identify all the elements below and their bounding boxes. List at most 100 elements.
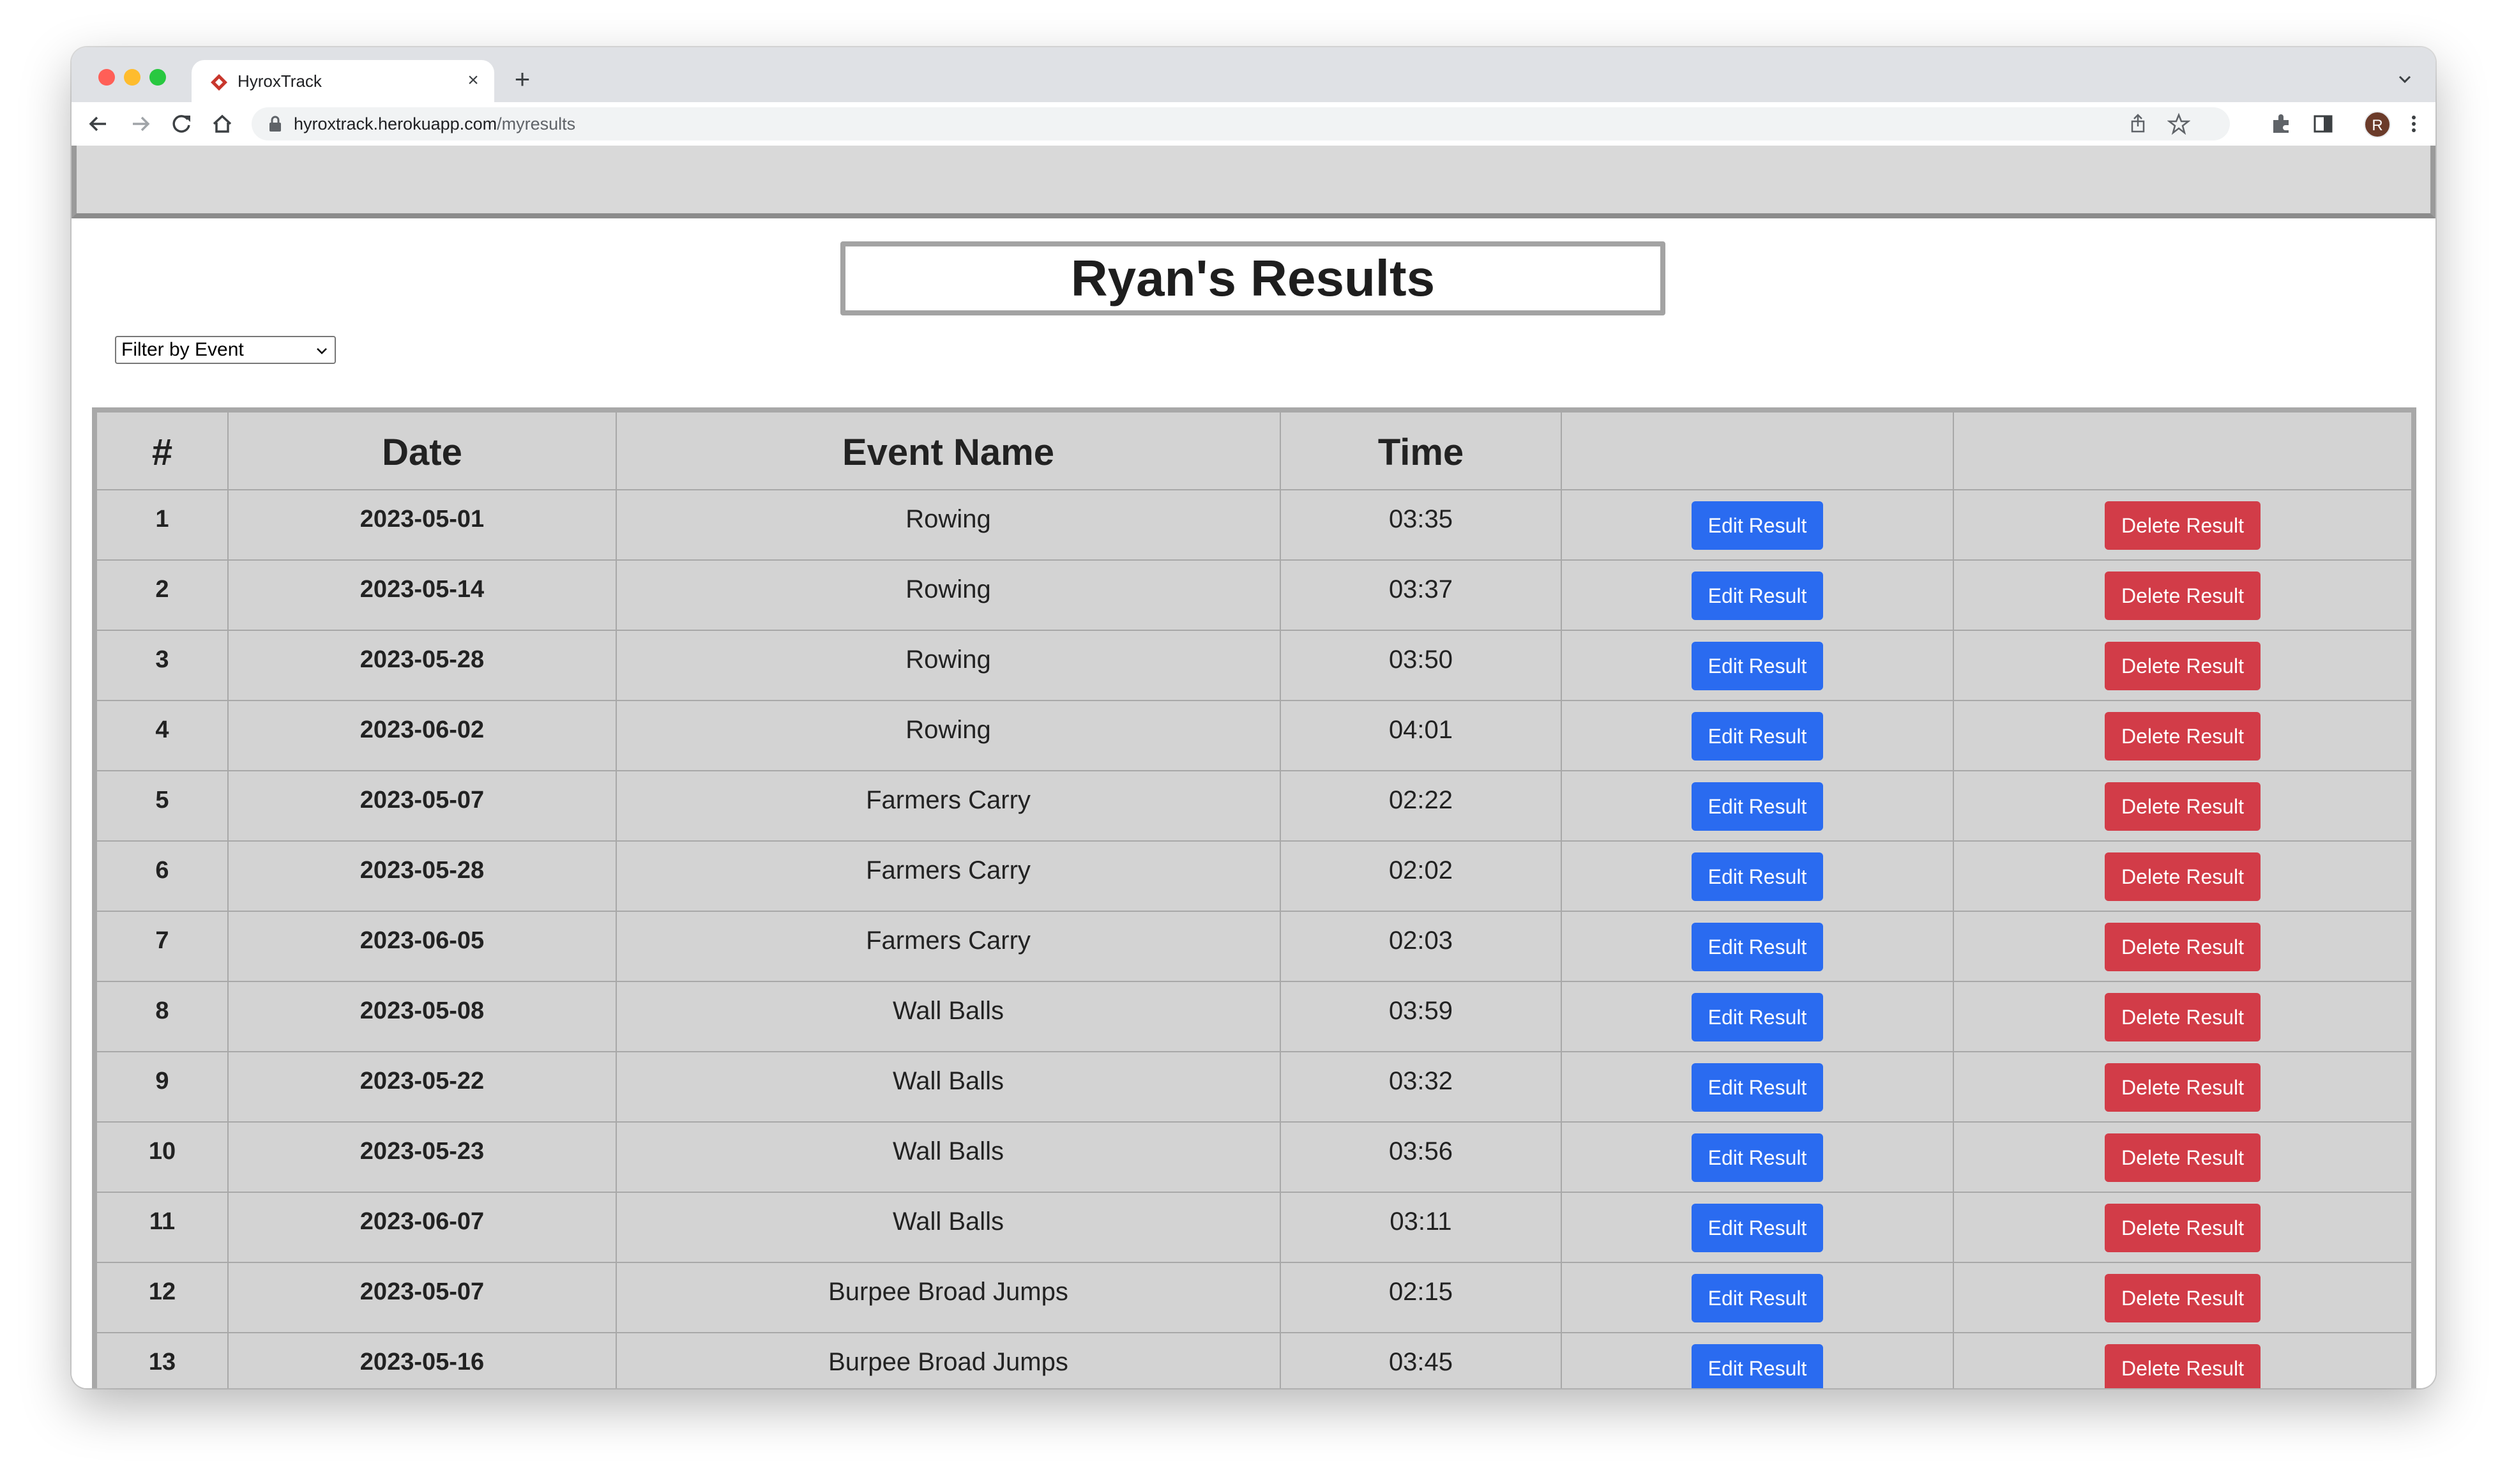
delete-result-button[interactable]: Delete Result xyxy=(2105,852,2261,901)
edit-result-button[interactable]: Edit Result xyxy=(1692,993,1823,1041)
delete-result-button[interactable]: Delete Result xyxy=(2105,501,2261,550)
row-delete-cell: Delete Result xyxy=(1954,1193,2411,1262)
minimize-window-button[interactable] xyxy=(124,69,140,86)
edit-result-button[interactable]: Edit Result xyxy=(1692,1133,1823,1182)
edit-result-button[interactable]: Edit Result xyxy=(1692,501,1823,550)
side-panel-icon[interactable] xyxy=(2310,111,2336,137)
row-time: 02:03 xyxy=(1281,912,1562,981)
row-time: 02:22 xyxy=(1281,771,1562,840)
row-time: 03:45 xyxy=(1281,1333,1562,1388)
row-edit-cell: Edit Result xyxy=(1562,1052,1954,1121)
row-date: 2023-05-07 xyxy=(229,1263,617,1332)
row-date: 2023-05-22 xyxy=(229,1052,617,1121)
delete-result-button[interactable]: Delete Result xyxy=(2105,1133,2261,1182)
row-edit-cell: Edit Result xyxy=(1562,490,1954,559)
row-number: 1 xyxy=(97,490,229,559)
delete-result-button[interactable]: Delete Result xyxy=(2105,642,2261,690)
table-body: 1 2023-05-01 Rowing 03:35 Edit Result Delete … xyxy=(97,490,2411,1388)
row-date: 2023-05-23 xyxy=(229,1123,617,1192)
delete-result-button[interactable]: Delete Result xyxy=(2105,1274,2261,1322)
delete-result-button[interactable]: Delete Result xyxy=(2105,1063,2261,1112)
row-number: 5 xyxy=(97,771,229,840)
share-icon[interactable] xyxy=(2126,112,2149,135)
profile-avatar[interactable]: R xyxy=(2364,111,2391,138)
edit-result-button[interactable]: Edit Result xyxy=(1692,1274,1823,1322)
page-title: Ryan's Results xyxy=(1070,250,1435,307)
table-row: 4 2023-06-02 Rowing 04:01 Edit Result Delete … xyxy=(97,701,2411,771)
row-date: 2023-05-28 xyxy=(229,842,617,911)
reload-icon[interactable] xyxy=(167,110,195,138)
delete-result-button[interactable]: Delete Result xyxy=(2105,923,2261,971)
row-date: 2023-05-28 xyxy=(229,631,617,700)
close-tab-icon[interactable]: × xyxy=(461,68,485,93)
row-event-name: Rowing xyxy=(617,561,1281,630)
row-number: 8 xyxy=(97,982,229,1051)
row-date: 2023-06-02 xyxy=(229,701,617,770)
row-event-name: Farmers Carry xyxy=(617,912,1281,981)
row-date: 2023-06-05 xyxy=(229,912,617,981)
row-event-name: Rowing xyxy=(617,701,1281,770)
results-table: # Date Event Name Time 1 2023-05-01 Rowing… xyxy=(92,407,2416,1388)
delete-result-button[interactable]: Delete Result xyxy=(2105,993,2261,1041)
edit-result-button[interactable]: Edit Result xyxy=(1692,572,1823,620)
page-viewport: Ryan's Results Filter by Event # Date Ev… xyxy=(72,146,2435,1388)
row-number: 3 xyxy=(97,631,229,700)
edit-result-button[interactable]: Edit Result xyxy=(1692,782,1823,831)
tab-title: HyroxTrack xyxy=(238,72,322,91)
hyroxtrack-favicon-icon xyxy=(211,74,227,91)
delete-result-button[interactable]: Delete Result xyxy=(2105,782,2261,831)
row-event-name: Wall Balls xyxy=(617,1123,1281,1192)
extensions-puzzle-icon[interactable] xyxy=(2268,111,2294,137)
row-time: 03:59 xyxy=(1281,982,1562,1051)
table-row: 2 2023-05-14 Rowing 03:37 Edit Result Delete … xyxy=(97,561,2411,631)
delete-result-button[interactable]: Delete Result xyxy=(2105,1344,2261,1388)
row-time: 03:35 xyxy=(1281,490,1562,559)
address-bar[interactable]: hyroxtrack.herokuapp.com/myresults xyxy=(252,107,2230,140)
delete-result-button[interactable]: Delete Result xyxy=(2105,572,2261,620)
row-time: 03:50 xyxy=(1281,631,1562,700)
row-number: 4 xyxy=(97,701,229,770)
row-edit-cell: Edit Result xyxy=(1562,771,1954,840)
row-event-name: Farmers Carry xyxy=(617,771,1281,840)
bookmark-star-icon[interactable] xyxy=(2167,112,2190,135)
edit-result-button[interactable]: Edit Result xyxy=(1692,712,1823,761)
header-edit xyxy=(1562,413,1954,489)
row-edit-cell: Edit Result xyxy=(1562,1263,1954,1332)
delete-result-button[interactable]: Delete Result xyxy=(2105,712,2261,761)
row-time: 03:32 xyxy=(1281,1052,1562,1121)
edit-result-button[interactable]: Edit Result xyxy=(1692,1204,1823,1252)
header-date: Date xyxy=(229,413,617,489)
back-arrow-icon[interactable] xyxy=(84,110,112,138)
url-host: hyroxtrack.herokuapp.com xyxy=(294,114,497,133)
close-window-button[interactable] xyxy=(98,69,115,86)
edit-result-button[interactable]: Edit Result xyxy=(1692,852,1823,901)
table-row: 1 2023-05-01 Rowing 03:35 Edit Result Delete … xyxy=(97,490,2411,561)
edit-result-button[interactable]: Edit Result xyxy=(1692,1344,1823,1388)
forward-arrow-icon[interactable] xyxy=(126,110,155,138)
row-delete-cell: Delete Result xyxy=(1954,1052,2411,1121)
browser-menu-icon[interactable] xyxy=(2401,111,2427,137)
page-title-box: Ryan's Results xyxy=(840,241,1665,315)
row-number: 7 xyxy=(97,912,229,981)
row-delete-cell: Delete Result xyxy=(1954,842,2411,911)
row-time: 03:11 xyxy=(1281,1193,1562,1262)
table-header-row: # Date Event Name Time xyxy=(97,413,2411,490)
tab-hyroxtrack[interactable]: HyroxTrack × xyxy=(192,60,494,102)
edit-result-button[interactable]: Edit Result xyxy=(1692,923,1823,971)
delete-result-button[interactable]: Delete Result xyxy=(2105,1204,2261,1252)
filter-by-event-select[interactable]: Filter by Event xyxy=(115,336,336,364)
edit-result-button[interactable]: Edit Result xyxy=(1692,642,1823,690)
row-number: 13 xyxy=(97,1333,229,1388)
site-navbar xyxy=(72,146,2435,222)
tab-search-chevron-icon[interactable] xyxy=(2392,66,2418,92)
edit-result-button[interactable]: Edit Result xyxy=(1692,1063,1823,1112)
row-event-name: Burpee Broad Jumps xyxy=(617,1263,1281,1332)
row-delete-cell: Delete Result xyxy=(1954,631,2411,700)
table-row: 6 2023-05-28 Farmers Carry 02:02 Edit Result… xyxy=(97,842,2411,912)
header-event-name: Event Name xyxy=(617,413,1281,489)
home-icon[interactable] xyxy=(208,110,236,138)
new-tab-button[interactable]: + xyxy=(508,65,536,93)
row-time: 02:15 xyxy=(1281,1263,1562,1332)
maximize-window-button[interactable] xyxy=(149,69,166,86)
row-edit-cell: Edit Result xyxy=(1562,1193,1954,1262)
